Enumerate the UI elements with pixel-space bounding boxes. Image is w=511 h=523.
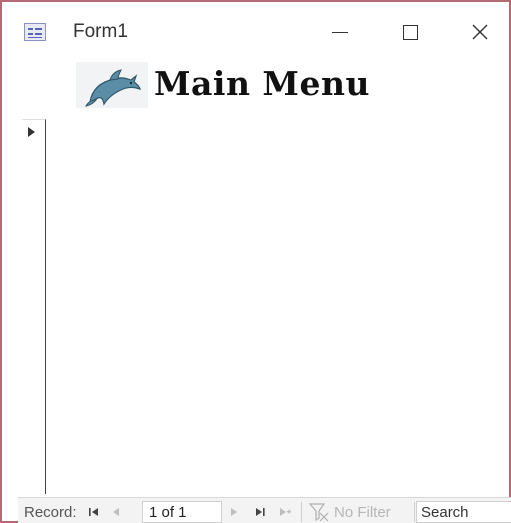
- maximize-button[interactable]: [387, 12, 433, 52]
- dolphin-logo: [76, 62, 148, 108]
- title-bar[interactable]: Form1: [2, 2, 509, 62]
- record-navigation-bar: Record: 1 of 1 No Filter Search: [18, 497, 511, 523]
- window-title: Form1: [73, 21, 128, 42]
- filter-icon: [308, 503, 329, 522]
- minimize-icon: [332, 31, 348, 33]
- next-record-icon: [231, 508, 237, 516]
- form-window: Form1 Main Menu Record: 1 of 1 No Filter…: [0, 0, 511, 523]
- maximize-icon: [402, 24, 418, 40]
- page-title: Main Menu: [154, 64, 370, 103]
- last-record-icon: [256, 508, 265, 516]
- previous-record-button[interactable]: [108, 502, 124, 522]
- last-record-button[interactable]: [251, 502, 269, 522]
- first-record-icon: [89, 508, 98, 516]
- form-header: Main Menu: [2, 62, 509, 108]
- record-position-input[interactable]: 1 of 1: [142, 501, 222, 523]
- record-selector[interactable]: [22, 119, 46, 494]
- filter-button[interactable]: [308, 502, 330, 522]
- dolphin-icon: [85, 69, 141, 107]
- form-icon: [24, 23, 46, 41]
- navbar-divider: [301, 502, 302, 522]
- previous-record-icon: [113, 508, 119, 516]
- search-input[interactable]: Search: [416, 501, 511, 523]
- navbar-divider: [414, 502, 415, 522]
- minimize-button[interactable]: [317, 12, 363, 52]
- current-record-icon: [28, 127, 35, 137]
- record-label: Record:: [24, 504, 77, 521]
- close-icon: [472, 24, 488, 40]
- next-record-button[interactable]: [226, 502, 242, 522]
- first-record-button[interactable]: [86, 502, 102, 522]
- new-record-button[interactable]: [276, 502, 294, 522]
- close-button[interactable]: [457, 12, 503, 52]
- new-record-icon: [280, 508, 291, 516]
- filter-status: No Filter: [334, 504, 391, 521]
